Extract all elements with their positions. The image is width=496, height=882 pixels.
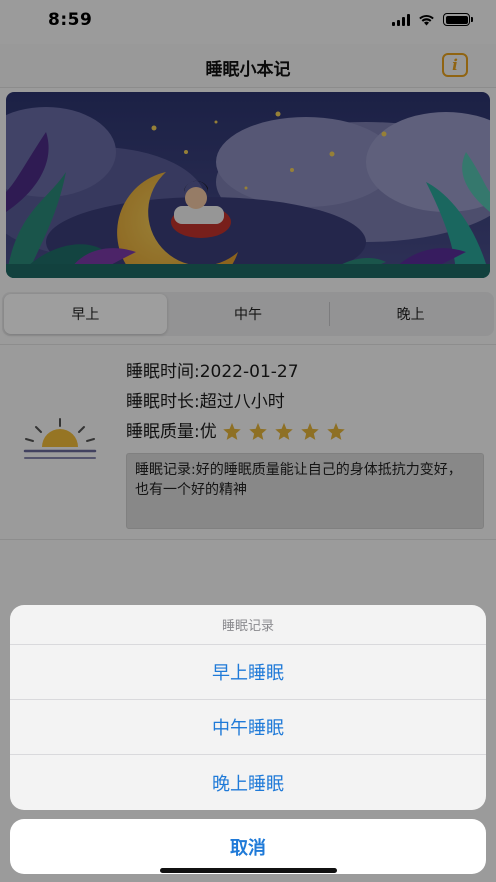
evening-sleep-option[interactable]: 晚上睡眠 (10, 755, 486, 810)
cancel-button[interactable]: 取消 (10, 819, 486, 874)
action-sheet: 睡眠记录 早上睡眠 中午睡眠 晚上睡眠 (10, 605, 486, 810)
morning-sleep-option[interactable]: 早上睡眠 (10, 645, 486, 700)
app-screen: 8:59 睡眠小本记 i 早上 中午 晚上 睡眠时间:2022-01-27 睡眠… (0, 0, 496, 882)
noon-sleep-option[interactable]: 中午睡眠 (10, 700, 486, 755)
home-indicator (160, 868, 337, 873)
action-sheet-title: 睡眠记录 (10, 605, 486, 645)
